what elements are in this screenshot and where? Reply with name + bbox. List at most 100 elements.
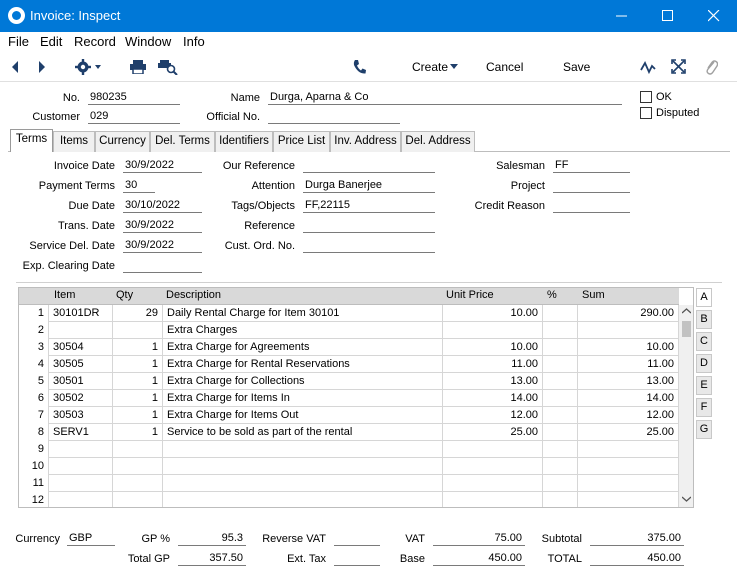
scroll-up-icon[interactable] (682, 308, 691, 314)
gp-percent-field[interactable]: 95.3 (178, 532, 246, 546)
unit-price-cell[interactable]: 25.00 (443, 424, 543, 441)
item-cell[interactable] (49, 458, 113, 475)
sum-cell[interactable]: 12.00 (578, 407, 679, 424)
percent-cell[interactable] (543, 492, 578, 507)
no-field[interactable]: 980235 (88, 91, 180, 105)
item-cell[interactable] (49, 475, 113, 492)
ext-tax-field[interactable] (334, 552, 380, 566)
qty-cell[interactable]: 1 (113, 390, 163, 407)
percent-cell[interactable] (543, 390, 578, 407)
tab-identifiers[interactable]: Identifiers (215, 131, 273, 152)
tab-del-address[interactable]: Del. Address (401, 131, 475, 152)
item-cell[interactable]: 30505 (49, 356, 113, 373)
sum-cell[interactable] (578, 492, 679, 507)
expand-icon[interactable] (671, 59, 686, 74)
sum-cell[interactable] (578, 322, 679, 339)
scroll-thumb[interactable] (682, 321, 691, 337)
description-cell[interactable] (163, 458, 443, 475)
vat-field[interactable]: 75.00 (433, 532, 525, 546)
description-cell[interactable] (163, 492, 443, 507)
item-cell[interactable] (49, 322, 113, 339)
item-cell[interactable]: 30501 (49, 373, 113, 390)
percent-cell[interactable] (543, 322, 578, 339)
table-row[interactable]: 1 30101DR 29 Daily Rental Charge for Item 3… (19, 305, 679, 322)
exp-clearing-date-field[interactable] (123, 259, 202, 273)
unit-price-cell[interactable] (443, 492, 543, 507)
percent-cell[interactable] (543, 441, 578, 458)
percent-cell[interactable] (543, 475, 578, 492)
tab-price-list[interactable]: Price List (273, 131, 330, 152)
unit-price-cell[interactable]: 11.00 (443, 356, 543, 373)
qty-cell[interactable] (113, 441, 163, 458)
tab-terms[interactable]: Terms (10, 129, 53, 152)
sum-cell[interactable]: 10.00 (578, 339, 679, 356)
item-cell[interactable]: 30504 (49, 339, 113, 356)
subtotal-field[interactable]: 375.00 (590, 532, 684, 546)
qty-cell[interactable]: 29 (113, 305, 163, 322)
description-cell[interactable]: Extra Charge for Items In (163, 390, 443, 407)
tab-currency[interactable]: Currency (95, 131, 150, 152)
description-cell[interactable] (163, 441, 443, 458)
sum-cell[interactable]: 14.00 (578, 390, 679, 407)
description-cell[interactable]: Extra Charge for Collections (163, 373, 443, 390)
menu-record[interactable]: Record (74, 34, 116, 49)
qty-cell[interactable]: 1 (113, 339, 163, 356)
qty-cell[interactable]: 1 (113, 424, 163, 441)
qty-cell[interactable]: 1 (113, 407, 163, 424)
total-field[interactable]: 450.00 (590, 552, 684, 566)
chevron-down-icon[interactable] (450, 64, 459, 70)
unit-price-cell[interactable]: 13.00 (443, 373, 543, 390)
side-tab-f[interactable]: F (696, 398, 712, 417)
percent-cell[interactable] (543, 339, 578, 356)
percent-cell[interactable] (543, 373, 578, 390)
sum-cell[interactable]: 290.00 (578, 305, 679, 322)
qty-cell[interactable] (113, 322, 163, 339)
ok-checkbox[interactable] (640, 91, 652, 103)
unit-price-cell[interactable] (443, 322, 543, 339)
unit-price-cell[interactable] (443, 458, 543, 475)
credit-reason-field[interactable] (553, 199, 630, 213)
qty-cell[interactable]: 1 (113, 356, 163, 373)
attention-field[interactable]: Durga Banerjee (303, 179, 435, 193)
percent-cell[interactable] (543, 356, 578, 373)
create-button[interactable]: Create (412, 60, 448, 74)
sum-cell[interactable]: 11.00 (578, 356, 679, 373)
description-cell[interactable]: Service to be sold as part of the rental (163, 424, 443, 441)
table-row[interactable]: 9 (19, 441, 679, 458)
qty-cell[interactable] (113, 475, 163, 492)
tags-objects-field[interactable]: FF,22115 (303, 199, 435, 213)
minimize-button[interactable] (599, 0, 645, 32)
total-gp-field[interactable]: 357.50 (178, 552, 246, 566)
table-row[interactable]: 11 (19, 475, 679, 492)
activity-icon[interactable] (640, 60, 656, 74)
qty-cell[interactable] (113, 458, 163, 475)
tab-items[interactable]: Items (53, 131, 95, 152)
side-tab-b[interactable]: B (696, 310, 712, 329)
grid-scrollbar[interactable] (679, 305, 693, 507)
disputed-checkbox[interactable] (640, 107, 652, 119)
table-row[interactable]: 3 30504 1 Extra Charge for Agreements 10.00 1… (19, 339, 679, 356)
save-button[interactable]: Save (563, 60, 590, 74)
reverse-vat-field[interactable] (334, 532, 380, 546)
description-cell[interactable]: Extra Charge for Rental Reservations (163, 356, 443, 373)
sum-cell[interactable]: 25.00 (578, 424, 679, 441)
table-row[interactable]: 7 30503 1 Extra Charge for Items Out 12.00 12… (19, 407, 679, 424)
sum-cell[interactable] (578, 441, 679, 458)
table-row[interactable]: 12 (19, 492, 679, 507)
description-cell[interactable]: Daily Rental Charge for Item 30101 (163, 305, 443, 322)
table-row[interactable]: 5 30501 1 Extra Charge for Collections 13.00… (19, 373, 679, 390)
side-tab-c[interactable]: C (696, 332, 712, 351)
unit-price-cell[interactable]: 10.00 (443, 305, 543, 322)
qty-cell[interactable] (113, 492, 163, 507)
table-row[interactable]: 6 30502 1 Extra Charge for Items In 14.00 14.… (19, 390, 679, 407)
project-field[interactable] (553, 179, 630, 193)
currency-field[interactable]: GBP (67, 532, 115, 546)
description-cell[interactable]: Extra Charge for Items Out (163, 407, 443, 424)
sum-cell[interactable] (578, 458, 679, 475)
unit-price-cell[interactable]: 10.00 (443, 339, 543, 356)
tab-inv-address[interactable]: Inv. Address (330, 131, 401, 152)
table-row[interactable]: 2 Extra Charges (19, 322, 679, 339)
unit-price-cell[interactable] (443, 475, 543, 492)
percent-cell[interactable] (543, 424, 578, 441)
print-preview-icon[interactable] (158, 59, 178, 75)
